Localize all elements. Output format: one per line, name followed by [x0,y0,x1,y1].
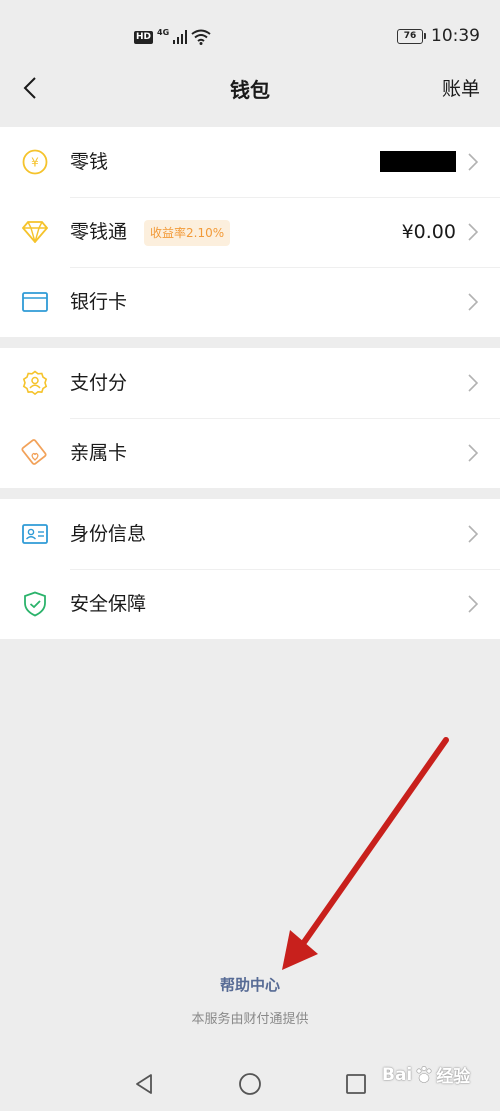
masked-balance [380,151,456,172]
chevron-right-icon [466,372,480,394]
bill-button[interactable]: 账单 [442,74,480,101]
row-label: 支付分 [70,372,128,394]
wallet-group-1: ¥ 零钱 零钱通 ¥0.00 银行卡 [0,127,500,337]
circle-home-icon [239,1073,261,1095]
yuan-coin-icon: ¥ [21,148,49,176]
lingqiantong-value: ¥0.00 [401,221,456,243]
wallet-group-3: 身份信息 安全保障 [0,499,500,639]
row-payment-score[interactable]: 支付分 [0,348,500,418]
page-title: 钱包 [230,78,270,102]
watermark-cn: 经验 [436,1067,471,1087]
id-card-icon [21,520,49,548]
family-card-icon [21,439,49,467]
shield-icon [21,590,49,618]
row-label: 亲属卡 [70,442,128,464]
chevron-right-icon [466,221,480,243]
baidu-watermark: Bai 经验 [382,1062,471,1088]
clock: 10:39 [431,26,480,46]
navigation-bar: 钱包 账单 [0,58,500,118]
svg-text:¥: ¥ [31,156,39,170]
diamond-icon [21,218,49,246]
bank-card-icon [21,288,49,316]
chevron-right-icon [466,593,480,615]
row-change[interactable]: ¥ 零钱 [0,127,500,197]
chevron-right-icon [466,442,480,464]
hd-badge: HD [134,30,154,44]
system-recents-button[interactable] [342,1070,370,1098]
wifi-icon [191,29,211,45]
row-lingqiantong[interactable]: 零钱通 ¥0.00 [0,197,500,267]
row-bank-card[interactable]: 银行卡 [0,267,500,337]
network-type: 4G [157,27,170,37]
wallet-group-2: 支付分 亲属卡 [0,348,500,488]
system-back-button[interactable] [130,1070,158,1098]
row-label: 安全保障 [70,593,147,615]
status-left: HD 4G [134,27,211,47]
battery-icon: 76 [397,28,426,44]
row-family-card[interactable]: 亲属卡 [0,418,500,488]
row-identity-info[interactable]: 身份信息 [0,499,500,569]
provider-text: 本服务由财付通提供 [191,1012,309,1027]
system-home-button[interactable] [236,1070,264,1098]
row-label: 零钱通 [70,221,128,243]
chevron-right-icon [466,523,480,545]
yield-rate-tag: 收益率2.10% [144,220,231,246]
triangle-back-icon [136,1074,152,1094]
row-label: 身份信息 [70,523,147,545]
watermark-brand: Bai [382,1064,413,1085]
row-security[interactable]: 安全保障 [0,569,500,639]
badge-person-icon [21,369,49,397]
chevron-right-icon [466,151,480,173]
help-center-link[interactable]: 帮助中心 [0,974,500,995]
chevron-right-icon [466,291,480,313]
row-label: 零钱 [70,151,109,173]
row-label: 银行卡 [70,291,128,313]
status-right: 76 10:39 [397,26,480,46]
signal-icon [173,30,188,44]
square-recents-icon [346,1074,366,1094]
paw-icon [416,1065,432,1083]
